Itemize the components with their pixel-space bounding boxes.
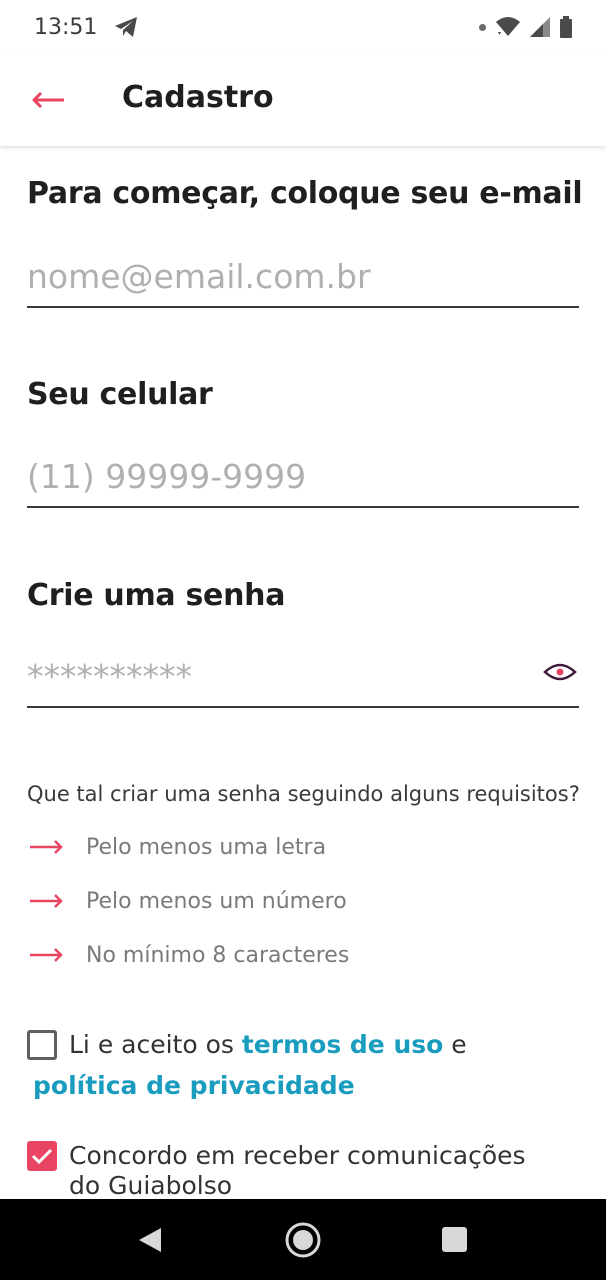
status-time: 13:51 [34,14,98,40]
password-field-container [27,648,579,708]
email-field-container [27,248,579,308]
privacy-policy-link[interactable]: política de privacidade [33,1071,355,1100]
back-triangle-icon[interactable] [137,1226,163,1254]
recents-square-icon[interactable] [441,1226,468,1253]
signal-icon [530,17,550,37]
battery-icon [560,16,572,38]
status-bar: 13:51 [0,0,606,54]
app-bar: Cadastro [0,54,606,146]
requirement-item: Pelo menos um número [30,886,347,916]
communications-text: Concordo em receber comunicações do Guia… [69,1141,526,1200]
email-label: Para começar, coloque seu e-mail [27,176,583,211]
communications-checkbox[interactable] [27,1141,57,1171]
arrow-right-icon [30,948,63,962]
terms-checkbox[interactable] [27,1030,57,1060]
page-title: Cadastro [122,80,274,115]
arrow-left-icon [32,91,64,109]
requirements-intro: Que tal criar uma senha seguindo alguns … [27,782,580,806]
terms-conjunction: e [451,1030,467,1059]
terms-row: Li e aceito os termos de uso e [27,1030,467,1060]
password-field[interactable] [27,648,527,704]
wifi-icon [496,17,520,36]
eye-icon[interactable] [543,660,577,684]
phone-field[interactable] [27,448,579,504]
requirement-text: Pelo menos uma letra [86,834,327,860]
notification-dot-icon [479,23,486,31]
telegram-icon [115,17,138,37]
requirement-item: Pelo menos uma letra [30,832,326,862]
status-icons [479,16,572,38]
requirement-item: No mínimo 8 caracteres [30,940,349,970]
arrow-right-icon [30,840,63,854]
system-nav-bar [0,1199,606,1280]
back-button[interactable] [28,82,68,118]
terms-link[interactable]: termos de uso [242,1030,443,1059]
email-field[interactable] [27,248,579,304]
requirement-text: No mínimo 8 caracteres [86,942,350,968]
communications-row: Concordo em receber comunicações do Guia… [27,1141,539,1201]
checkmark-icon [31,1148,53,1165]
screen: 13:51 Cadastro Para começar, coloque seu… [0,0,606,1280]
phone-field-container [27,448,579,508]
phone-label: Seu celular [27,377,213,412]
home-circle-icon[interactable] [284,1221,322,1259]
arrow-right-icon [30,894,63,908]
requirement-text: Pelo menos um número [86,888,347,914]
terms-prefix: Li e aceito os [69,1030,234,1059]
terms-text: Li e aceito os termos de uso e [69,1030,467,1060]
password-label: Crie uma senha [27,578,286,613]
